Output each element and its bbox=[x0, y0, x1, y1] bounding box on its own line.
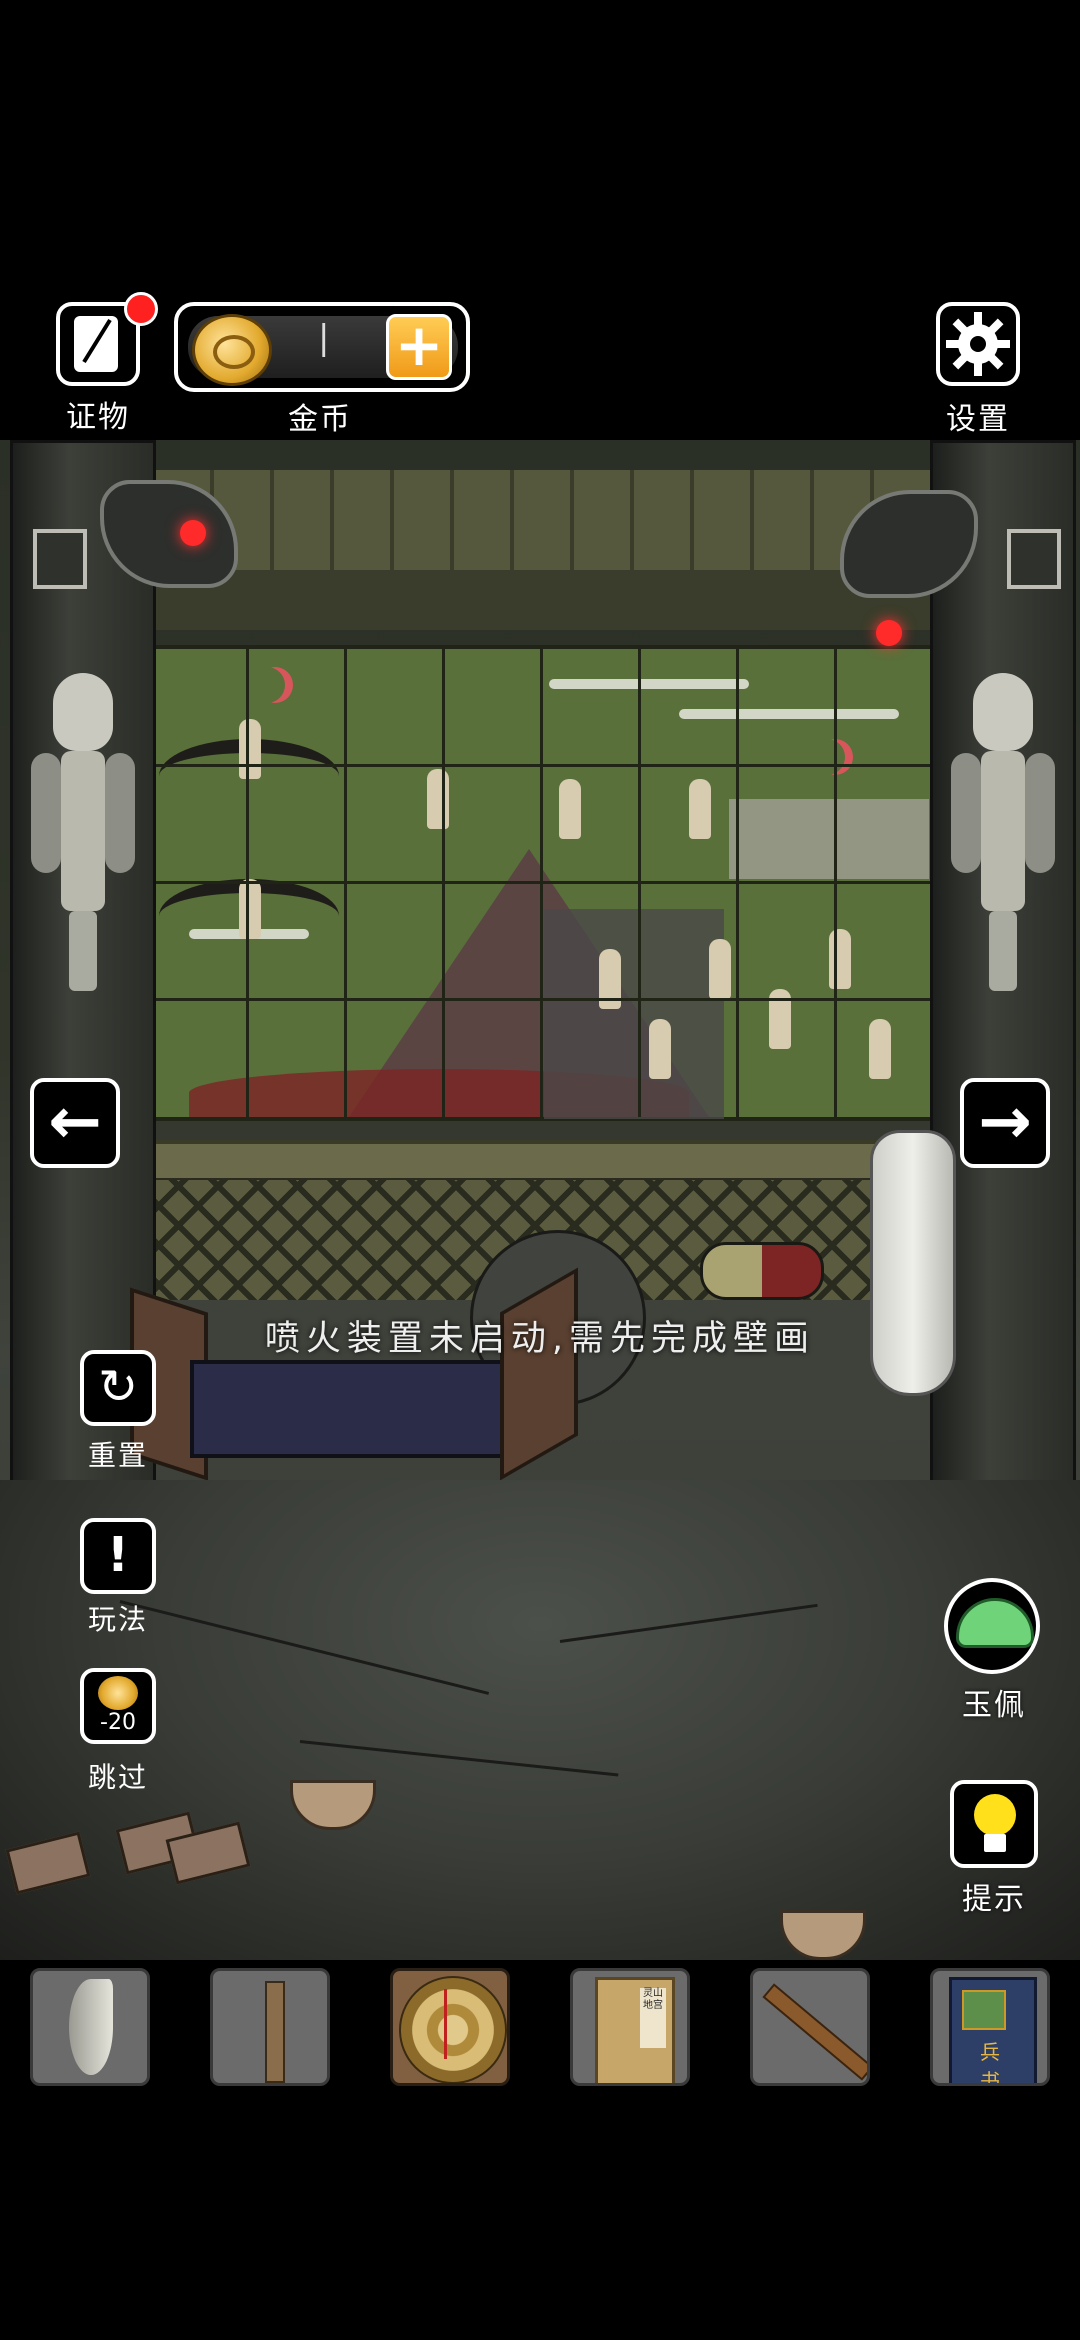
inventory-slot-bingshu[interactable]: 兵 书 bbox=[930, 1968, 1050, 2086]
statue-wing bbox=[1025, 753, 1055, 873]
inventory-slot-flute[interactable] bbox=[750, 1968, 870, 2086]
notebook-icon bbox=[74, 316, 118, 372]
mural-cloud bbox=[549, 679, 749, 689]
reset-icon: ↻ bbox=[97, 1359, 139, 1415]
gear-icon bbox=[946, 312, 1010, 376]
hint-label: 提示 bbox=[962, 1882, 1026, 1917]
inventory-slot-compass[interactable] bbox=[390, 1968, 510, 2086]
top-band bbox=[150, 570, 930, 630]
mural-figure bbox=[239, 719, 261, 779]
game-scene[interactable] bbox=[0, 440, 1080, 1960]
inventory-slot-tube[interactable] bbox=[210, 1968, 330, 2086]
settings-label: 设置 bbox=[946, 402, 1010, 437]
floor-crack bbox=[299, 1740, 619, 1777]
mural-cloud bbox=[679, 709, 899, 719]
statue-wing bbox=[105, 753, 135, 873]
notification-dot bbox=[124, 292, 158, 326]
pillar-cap bbox=[33, 529, 87, 589]
mural-dark-area bbox=[544, 909, 724, 1119]
mural-grid-line bbox=[149, 998, 932, 1001]
skip-button[interactable]: -20 bbox=[80, 1668, 156, 1744]
carved-spirit-statue bbox=[951, 673, 1055, 1003]
reset-label: 重置 bbox=[87, 1439, 148, 1472]
book-icon: 灵山地宫 bbox=[595, 1977, 675, 2083]
military-book-icon: 兵 书 bbox=[949, 1977, 1037, 2086]
mural-figure bbox=[427, 769, 449, 829]
skip-cost: -20 bbox=[100, 1710, 136, 1735]
statue-head bbox=[973, 673, 1033, 751]
gargoyle-skull bbox=[840, 490, 978, 598]
flute-icon bbox=[762, 1983, 867, 2081]
floor-crack bbox=[559, 1603, 818, 1643]
compass-needle bbox=[444, 1989, 447, 2059]
statue-legs bbox=[69, 911, 97, 991]
lightbulb-base bbox=[984, 1834, 1006, 1852]
mural-figure bbox=[689, 779, 711, 839]
red-eye bbox=[180, 520, 206, 546]
book-title: 灵山地宫 bbox=[640, 1988, 666, 2048]
statue-body bbox=[981, 751, 1025, 911]
inventory-slot-tooth[interactable] bbox=[30, 1968, 150, 2086]
jade-pendant-label: 玉佩 bbox=[962, 1688, 1026, 1723]
how-to-play-label: 玩法 bbox=[87, 1603, 148, 1636]
open-chest[interactable] bbox=[190, 1360, 508, 1458]
stone-ledge bbox=[130, 1140, 940, 1182]
buy-coins-button[interactable]: + bbox=[386, 314, 452, 380]
bamboo-tube-icon bbox=[265, 1981, 285, 2083]
military-book-title: 兵 书 bbox=[980, 2040, 1006, 2086]
jade-pendant-button[interactable] bbox=[944, 1578, 1040, 1674]
gold-coin-icon bbox=[192, 314, 272, 386]
mural-grid-line bbox=[149, 764, 932, 767]
statue-legs bbox=[989, 911, 1017, 991]
nav-right-button[interactable]: → bbox=[960, 1078, 1050, 1168]
mural-figure bbox=[239, 879, 261, 939]
compass-icon bbox=[399, 1976, 507, 2083]
mural-figure bbox=[869, 1019, 891, 1079]
mural-grid-line bbox=[149, 881, 932, 884]
reset-button[interactable]: ↻ bbox=[80, 1350, 156, 1426]
statue-wing bbox=[951, 753, 981, 873]
coin-count: | bbox=[318, 318, 330, 358]
statue-body bbox=[61, 751, 105, 911]
mural-moon bbox=[249, 667, 285, 703]
debris bbox=[5, 1831, 91, 1895]
broken-bowl[interactable] bbox=[780, 1910, 866, 1960]
how-to-play-button[interactable]: ! bbox=[80, 1518, 156, 1594]
hint-button[interactable] bbox=[950, 1780, 1038, 1868]
mural-figure bbox=[829, 929, 851, 989]
mural-moon bbox=[809, 739, 845, 775]
gold-coin-icon bbox=[98, 1676, 138, 1710]
statue-wing bbox=[31, 753, 61, 873]
mural-figure bbox=[709, 939, 731, 999]
gargoyle-head-left[interactable] bbox=[100, 480, 250, 590]
broken-bowl[interactable] bbox=[290, 1780, 376, 1830]
coins-label: 金币 bbox=[288, 402, 352, 437]
lightbulb-icon bbox=[974, 1794, 1016, 1836]
mural-figure bbox=[649, 1019, 671, 1079]
skip-label: 跳过 bbox=[87, 1761, 148, 1794]
settings-button[interactable] bbox=[936, 302, 1020, 386]
carved-spirit-statue bbox=[31, 673, 135, 1003]
red-eye bbox=[876, 620, 902, 646]
statue-head bbox=[53, 673, 113, 751]
inventory-slot-book[interactable]: 灵山地宫 bbox=[570, 1968, 690, 2086]
pillar-cap bbox=[1007, 529, 1061, 589]
stone-floor bbox=[0, 1480, 1080, 1960]
book-cover-map bbox=[962, 1990, 1006, 2030]
mural-figure bbox=[559, 779, 581, 839]
floor-crack bbox=[119, 1600, 490, 1695]
gargoyle-skull bbox=[100, 480, 238, 588]
nav-left-button[interactable]: ← bbox=[30, 1078, 120, 1168]
evidence-label: 证物 bbox=[66, 400, 130, 435]
tooth-icon bbox=[69, 1979, 113, 2075]
cloth-scroll[interactable] bbox=[700, 1242, 824, 1300]
jade-pendant-icon bbox=[956, 1598, 1034, 1648]
exclamation-icon: ! bbox=[107, 1527, 129, 1583]
carved-lintel bbox=[150, 470, 930, 576]
mural-altar bbox=[729, 799, 929, 879]
gargoyle-head-right[interactable] bbox=[830, 480, 980, 646]
wall-mural-puzzle[interactable] bbox=[145, 645, 936, 1121]
coin-bar: | + bbox=[174, 302, 470, 392]
status-message: 喷火装置未启动,需先完成壁画 bbox=[264, 1319, 816, 1359]
